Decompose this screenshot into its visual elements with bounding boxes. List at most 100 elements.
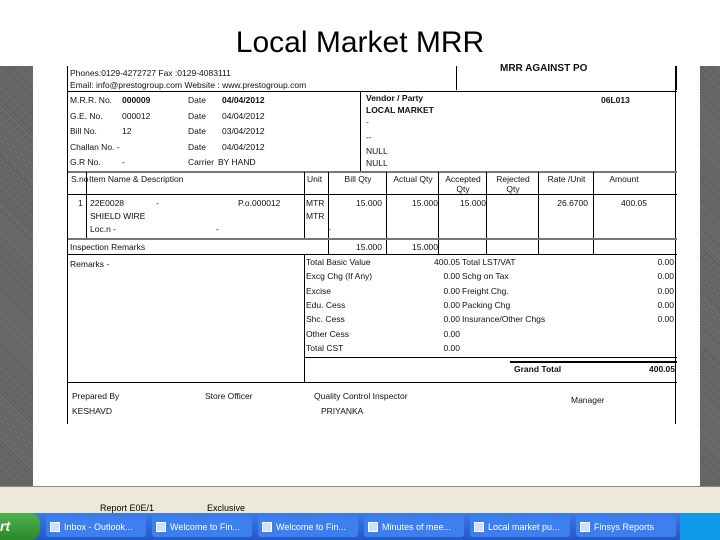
vendor-line: NULL <box>366 146 388 156</box>
charge-value: 400.05 <box>434 257 460 267</box>
column-header: Rejected Qty <box>496 174 530 194</box>
taskbar-item-label: Welcome to Fin... <box>276 521 346 532</box>
window-icon <box>156 521 166 532</box>
column-header: Actual Qty <box>393 174 433 184</box>
charge-label: Freight Chg. <box>462 285 509 296</box>
taskbar-item-label: Inbox - Outlook... <box>64 521 133 532</box>
taskbar-item[interactable]: Minutes of mee... <box>364 516 464 537</box>
item-unit: MTR <box>306 211 325 221</box>
info-date-label: Date <box>188 141 206 152</box>
taskbar-item-label: Welcome to Fin... <box>170 521 240 532</box>
window-icon <box>474 521 484 532</box>
charge-value: 0.00 <box>443 314 460 325</box>
status-mode: Exclusive <box>207 503 246 513</box>
grand-total-label: Grand Total <box>514 364 562 374</box>
desktop-left-edge <box>0 66 33 486</box>
email: Email: info@prestogroup.com Website : ww… <box>70 80 307 90</box>
window-icon <box>580 521 590 532</box>
taskbar-item-label: Finsys Reports <box>594 521 655 532</box>
column-header: Unit <box>307 174 323 184</box>
store-officer-label: Store Officer <box>205 391 253 401</box>
info-date-label: Date <box>188 126 206 136</box>
info-date: 03/04/2012 <box>222 126 265 136</box>
column-header: Rate /Unit <box>547 174 586 184</box>
charge-value: 0.00 <box>443 299 460 310</box>
prepared-by-label: Prepared By <box>72 391 120 401</box>
charge-label: Excise <box>306 285 332 296</box>
item-dash: - <box>156 198 159 208</box>
vendor-name: LOCAL MARKET <box>366 105 434 115</box>
column-header: Item Name & Description <box>89 174 184 184</box>
taskbar-item-label: Local market pu... <box>488 521 560 532</box>
bill-qty-total: 15.000 <box>356 242 382 252</box>
charge-label: Schg on Tax <box>462 271 509 282</box>
grand-total-value: 400.05 <box>649 364 675 374</box>
status-report: Report E0E/1 <box>100 503 155 513</box>
taskbar-item[interactable]: Inbox - Outlook... <box>46 516 146 537</box>
taskbar-item[interactable]: Local market pu... <box>470 516 570 537</box>
charge-label: Total CST <box>306 342 344 353</box>
manager-label: Manager <box>571 395 605 405</box>
column-header: Accepted Qty <box>445 174 481 194</box>
charge-label: Insurance/Other Chgs <box>462 314 546 325</box>
column-header: S.no <box>71 174 89 184</box>
charge-label: Other Cess <box>306 328 349 339</box>
charge-value: 0.00 <box>443 271 460 282</box>
item-code: 22E0028 <box>90 198 125 208</box>
taskbar-item[interactable]: Welcome to Fin... <box>258 516 358 537</box>
charge-label: Excg Chg (If Any) <box>306 271 373 282</box>
prepared-by-name: KESHAVD <box>72 406 112 416</box>
info-label: G.E. No. <box>70 110 103 121</box>
doc-type: MRR AGAINST PO <box>500 63 588 74</box>
charge-label: Packing Chg <box>462 299 511 310</box>
window-icon <box>262 521 272 532</box>
item-unit-dash: - <box>328 224 331 234</box>
qc-inspector-name: PRIYANKA <box>321 406 364 416</box>
start-button[interactable]: rt <box>0 513 40 540</box>
charge-value: 0.00 <box>443 285 460 296</box>
item-accepted-qty: 15.000 <box>460 198 486 208</box>
inspection-remarks: Inspection Remarks <box>70 242 146 252</box>
column-header: Bill Qty <box>344 174 372 184</box>
vendor-line: - <box>366 117 369 127</box>
item-unit: MTR <box>306 198 325 208</box>
actual-qty-total: 15.000 <box>412 242 438 252</box>
status-bar: Report E0E/1 Exclusive <box>0 486 720 513</box>
charge-value: 0.00 <box>657 257 674 267</box>
info-value: 12 <box>122 126 132 136</box>
info-value: 000012 <box>122 110 151 121</box>
phones: Phones:0129-4272727 Fax :0129-4083111 <box>70 68 231 78</box>
info-date-label: Date <box>188 110 206 121</box>
qc-inspector-label: Quality Control Inspector <box>314 391 408 401</box>
item-location: Loc.n - <box>90 224 116 234</box>
vendor-line: NULL <box>366 158 388 168</box>
info-label: Bill No. <box>70 126 97 136</box>
info-date: 04/04/2012 <box>222 141 265 152</box>
item-sno: 1 <box>78 198 83 208</box>
charge-label: Total LST/VAT <box>462 257 516 267</box>
taskbar-item[interactable]: Welcome to Fin... <box>152 516 252 537</box>
item-bill-qty: 15.000 <box>356 198 382 208</box>
info-date: BY HAND <box>218 157 256 167</box>
info-label: G.R No. <box>70 157 101 167</box>
info-date: 04/04/2012 <box>222 110 265 121</box>
charge-value: 0.00 <box>657 271 674 282</box>
charge-value: 0.00 <box>657 314 674 325</box>
vendor-code: 06L013 <box>601 95 630 105</box>
info-label: M.R.R. No. <box>70 95 113 105</box>
charge-value: 0.00 <box>657 299 674 310</box>
taskbar-item[interactable]: Finsys Reports <box>576 516 676 537</box>
window-icon <box>50 521 60 532</box>
system-tray[interactable] <box>680 513 720 540</box>
charge-value: 0.00 <box>443 328 460 339</box>
item-loc-dash: - <box>216 224 219 234</box>
info-date: 04/04/2012 <box>222 95 265 105</box>
charge-label: Edu. Cess <box>306 299 346 310</box>
scrollbar[interactable] <box>700 66 720 486</box>
vendor-label: Vendor / Party <box>366 93 424 103</box>
charge-value: 0.00 <box>657 285 674 296</box>
taskbar: rt Inbox - Outlook... Welcome to Fin... We… <box>0 513 720 540</box>
info-value: - <box>122 157 125 167</box>
remarks: Remarks - <box>70 259 110 269</box>
info-label: Challan No. - <box>70 141 120 152</box>
